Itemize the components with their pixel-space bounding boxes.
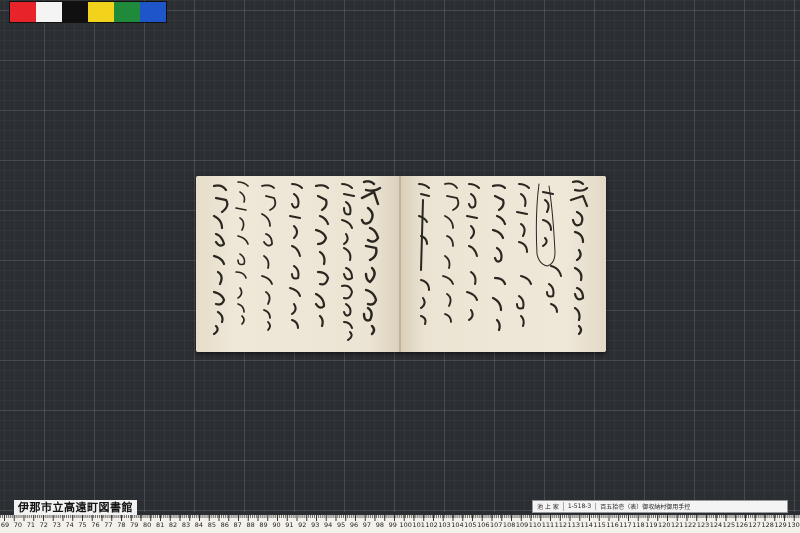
ruler-number: 118	[632, 521, 645, 529]
ruler-number: 105	[464, 521, 477, 529]
catalog-slip: 池 上 家 1-518-3 百五拾壱（表）御収納村御用手控	[532, 500, 788, 513]
ruler-number: 92	[298, 521, 307, 529]
right-page-handwriting	[418, 180, 589, 336]
ruler-number: 72	[39, 521, 48, 529]
swatch-white	[36, 2, 62, 22]
ruler-number: 109	[515, 521, 529, 529]
ruler-number: 77	[104, 521, 113, 529]
ruler-number: 104	[451, 521, 464, 529]
ruler-number: 80	[143, 521, 152, 529]
color-calibration-chart	[10, 2, 166, 22]
measurement-ruler: 69 70 71 72 73 74 75 76 77 78 79 80 81 82 83 84 85 86 87 88…	[0, 515, 800, 533]
ruler-number: 83	[181, 521, 191, 529]
ruler-number: 103	[438, 521, 451, 529]
swatch-blue	[140, 2, 166, 22]
left-page-handwriting	[212, 180, 382, 341]
right-page	[401, 176, 606, 352]
ruler-number: 115	[593, 521, 606, 529]
swatch-red	[10, 2, 36, 22]
ruler-number: 87	[233, 521, 242, 529]
ruler-number: 91	[285, 521, 294, 529]
ruler-number: 73	[52, 521, 61, 529]
ruler-number: 128	[761, 521, 774, 529]
open-document-book	[196, 176, 606, 352]
ruler-number: 129	[774, 521, 787, 529]
ruler-number: 71	[26, 521, 35, 529]
swatch-green	[114, 2, 140, 22]
ruler-number: 126	[735, 521, 749, 529]
ruler-number: 124	[709, 521, 723, 529]
ruler-number: 70	[13, 521, 23, 529]
library-name-label: 伊那市立高遠町図書館	[14, 500, 137, 515]
ruler-number: 93	[311, 521, 320, 529]
ruler-numbers: 69 70 71 72 73 74 75 76 77 78 79 80 81 82 83 84 85 86 87 88…	[0, 521, 800, 533]
ruler-number: 119	[645, 521, 658, 529]
ruler-number: 125	[722, 521, 736, 529]
ruler-number: 86	[220, 521, 229, 529]
ruler-number: 95	[336, 521, 346, 529]
ruler-number: 99	[388, 521, 397, 529]
ruler-number: 74	[65, 521, 74, 529]
ruler-number: 123	[696, 521, 710, 529]
ruler-number: 127	[748, 521, 761, 529]
ruler-number: 107	[490, 521, 503, 529]
ruler-number: 122	[683, 521, 697, 529]
swatch-black	[62, 2, 88, 22]
catalog-code: 1-518-3	[564, 503, 597, 510]
ruler-number: 98	[375, 521, 385, 529]
ruler-number: 130	[787, 521, 800, 529]
ruler-number: 90	[272, 521, 281, 529]
ruler-number: 121	[670, 521, 684, 529]
ruler-number: 117	[619, 521, 632, 529]
ruler-number: 69	[0, 521, 10, 529]
ruler-number: 82	[168, 521, 178, 529]
ruler-number: 113	[567, 521, 580, 529]
ruler-number: 101	[412, 521, 425, 529]
ruler-number: 94	[324, 521, 333, 529]
ruler-number: 89	[259, 521, 268, 529]
ruler-number: 78	[117, 521, 126, 529]
catalog-title: 百五拾壱（表）御収納村御用手控	[600, 504, 691, 511]
ruler-number: 85	[207, 521, 216, 529]
ruler-number: 88	[246, 521, 255, 529]
ruler-number: 106	[477, 521, 490, 529]
ruler-number: 84	[194, 521, 204, 529]
swatch-yellow	[88, 2, 114, 22]
ruler-number: 112	[554, 521, 568, 529]
ruler-number: 102	[425, 521, 438, 529]
ruler-number: 116	[606, 521, 619, 529]
ruler-number: 108	[502, 521, 516, 529]
catalog-location: 池 上 家	[533, 502, 564, 511]
ruler-number: 75	[78, 521, 87, 529]
ruler-number: 97	[362, 521, 372, 529]
ruler-number: 114	[580, 521, 593, 529]
ruler-number: 76	[91, 521, 100, 529]
ruler-number: 79	[130, 521, 139, 529]
ruler-number: 120	[658, 521, 671, 529]
ruler-number: 100	[399, 521, 412, 529]
ruler-number: 81	[155, 521, 165, 529]
ruler-number: 96	[349, 521, 359, 529]
left-page	[196, 176, 401, 352]
ruler-number: 111	[541, 521, 555, 529]
ruler-number: 110	[528, 521, 542, 529]
